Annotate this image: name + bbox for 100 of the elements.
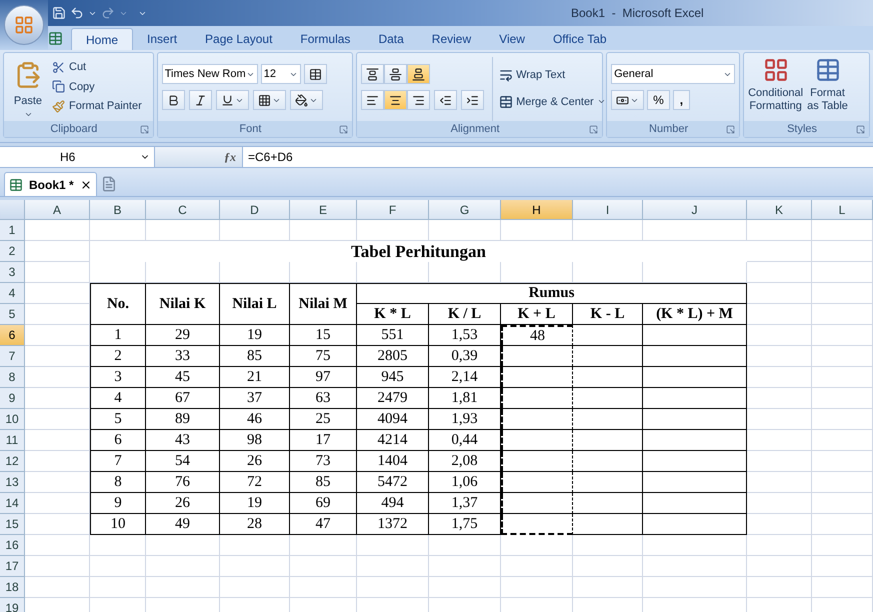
grid-cell[interactable] bbox=[812, 283, 873, 304]
row-header[interactable]: 13 bbox=[0, 472, 25, 493]
table-cell[interactable]: 43 bbox=[146, 430, 220, 451]
table-cell[interactable]: 28 bbox=[220, 514, 290, 535]
grid-cell[interactable] bbox=[90, 556, 146, 577]
table-cell[interactable]: 26 bbox=[146, 493, 220, 514]
grid-cell[interactable] bbox=[25, 472, 90, 493]
dialog-launcher-icon[interactable] bbox=[856, 124, 866, 134]
row-header[interactable]: 14 bbox=[0, 493, 25, 514]
align-button[interactable] bbox=[361, 90, 384, 110]
align-button[interactable] bbox=[407, 90, 430, 110]
font-size-field[interactable]: 12 bbox=[260, 64, 301, 84]
table-cell[interactable]: 945 bbox=[357, 367, 429, 388]
table-cell[interactable]: 10 bbox=[90, 514, 146, 535]
table-cell[interactable] bbox=[643, 325, 747, 346]
grid-cell[interactable] bbox=[747, 346, 812, 367]
fill-color-button[interactable] bbox=[290, 90, 323, 110]
grid-cell[interactable] bbox=[429, 220, 501, 241]
grid-cell[interactable] bbox=[747, 262, 812, 283]
table-cell[interactable]: 54 bbox=[146, 451, 220, 472]
grid-cell[interactable] bbox=[220, 556, 290, 577]
grid-cell[interactable] bbox=[357, 262, 429, 283]
grid-cell[interactable] bbox=[812, 346, 873, 367]
table-cell[interactable]: 89 bbox=[146, 409, 220, 430]
column-header[interactable]: G bbox=[429, 200, 501, 220]
table-cell[interactable]: 5 bbox=[90, 409, 146, 430]
column-header[interactable]: A bbox=[25, 200, 90, 220]
table-cell[interactable]: 1,53 bbox=[429, 325, 501, 346]
ribbon-tab[interactable]: Office Tab bbox=[538, 28, 621, 50]
grid-cell[interactable] bbox=[812, 535, 873, 556]
column-header[interactable]: I bbox=[573, 200, 643, 220]
grid-cell[interactable] bbox=[25, 304, 90, 325]
table-cell[interactable]: 1,37 bbox=[429, 493, 501, 514]
table-cell[interactable] bbox=[501, 409, 573, 430]
grid-cell[interactable] bbox=[290, 577, 357, 598]
formula-text[interactable]: =C6+D6 bbox=[248, 148, 293, 166]
table-cell[interactable]: 98 bbox=[220, 430, 290, 451]
grid-cell[interactable] bbox=[25, 451, 90, 472]
redo-icon[interactable] bbox=[101, 6, 115, 20]
row-header[interactable]: 5 bbox=[0, 304, 25, 325]
table-cell[interactable] bbox=[501, 346, 573, 367]
dialog-launcher-icon[interactable] bbox=[589, 124, 598, 134]
table-cell[interactable]: 2479 bbox=[357, 388, 429, 409]
grid-cell[interactable] bbox=[747, 430, 812, 451]
row-header[interactable]: 12 bbox=[0, 451, 25, 472]
grid-cell[interactable] bbox=[812, 367, 873, 388]
document-tab[interactable]: Book1 * bbox=[4, 172, 97, 196]
copy-button[interactable]: Copy bbox=[52, 78, 142, 95]
grid-cell[interactable] bbox=[643, 220, 747, 241]
table-cell[interactable] bbox=[573, 325, 643, 346]
grid-cell[interactable] bbox=[747, 556, 812, 577]
grid-cell[interactable] bbox=[25, 325, 90, 346]
table-cell[interactable]: 33 bbox=[146, 346, 220, 367]
grid-cell[interactable] bbox=[25, 430, 90, 451]
grid-cell[interactable] bbox=[812, 409, 873, 430]
grid-cell[interactable] bbox=[812, 556, 873, 577]
table-cell[interactable] bbox=[643, 409, 747, 430]
row-header[interactable]: 18 bbox=[0, 577, 25, 598]
table-cell[interactable] bbox=[643, 367, 747, 388]
table-cell[interactable] bbox=[501, 493, 573, 514]
row-header[interactable]: 10 bbox=[0, 409, 25, 430]
table-cell[interactable]: 9 bbox=[90, 493, 146, 514]
italic-button[interactable] bbox=[188, 90, 212, 110]
table-cell[interactable]: 47 bbox=[290, 514, 357, 535]
row-header[interactable]: 15 bbox=[0, 514, 25, 535]
table-cell[interactable]: 1,93 bbox=[429, 409, 501, 430]
table-cell[interactable]: 97 bbox=[290, 367, 357, 388]
paste-button[interactable]: Paste bbox=[8, 57, 48, 121]
table-cell[interactable] bbox=[643, 451, 747, 472]
ribbon-tab[interactable]: Formulas bbox=[286, 28, 364, 50]
underline-button[interactable] bbox=[216, 90, 249, 110]
table-cell[interactable] bbox=[643, 388, 747, 409]
table-cell[interactable]: 29 bbox=[146, 325, 220, 346]
grid-cell[interactable] bbox=[25, 220, 90, 241]
table-cell[interactable] bbox=[573, 493, 643, 514]
grid-cell[interactable] bbox=[501, 262, 573, 283]
table-cell[interactable]: 63 bbox=[290, 388, 357, 409]
grid-cell[interactable] bbox=[573, 535, 643, 556]
grid-cell[interactable] bbox=[747, 514, 812, 535]
table-cell[interactable]: 19 bbox=[220, 493, 290, 514]
ribbon-tab[interactable]: Page Layout bbox=[191, 28, 286, 50]
table-cell[interactable] bbox=[501, 472, 573, 493]
grid-cell[interactable] bbox=[643, 556, 747, 577]
table-cell[interactable]: 0,39 bbox=[429, 346, 501, 367]
table-cell[interactable] bbox=[573, 388, 643, 409]
align-button[interactable] bbox=[384, 64, 408, 84]
grid-cell[interactable] bbox=[429, 262, 501, 283]
grid-cell[interactable] bbox=[501, 535, 573, 556]
grid-cell[interactable] bbox=[25, 283, 90, 304]
grid-cell[interactable] bbox=[747, 388, 812, 409]
format-as-table-button[interactable]: Format as Table bbox=[807, 57, 848, 121]
grid-cell[interactable] bbox=[357, 577, 429, 598]
grid-cell[interactable] bbox=[573, 556, 643, 577]
table-cell[interactable]: 0,44 bbox=[429, 430, 501, 451]
wrap-text-button[interactable]: Wrap Text bbox=[499, 67, 606, 84]
grid-cell[interactable] bbox=[501, 220, 573, 241]
column-header[interactable]: K bbox=[747, 200, 812, 220]
row-header[interactable]: 16 bbox=[0, 535, 25, 556]
grid-cell[interactable] bbox=[429, 535, 501, 556]
grid-cell[interactable] bbox=[501, 577, 573, 598]
